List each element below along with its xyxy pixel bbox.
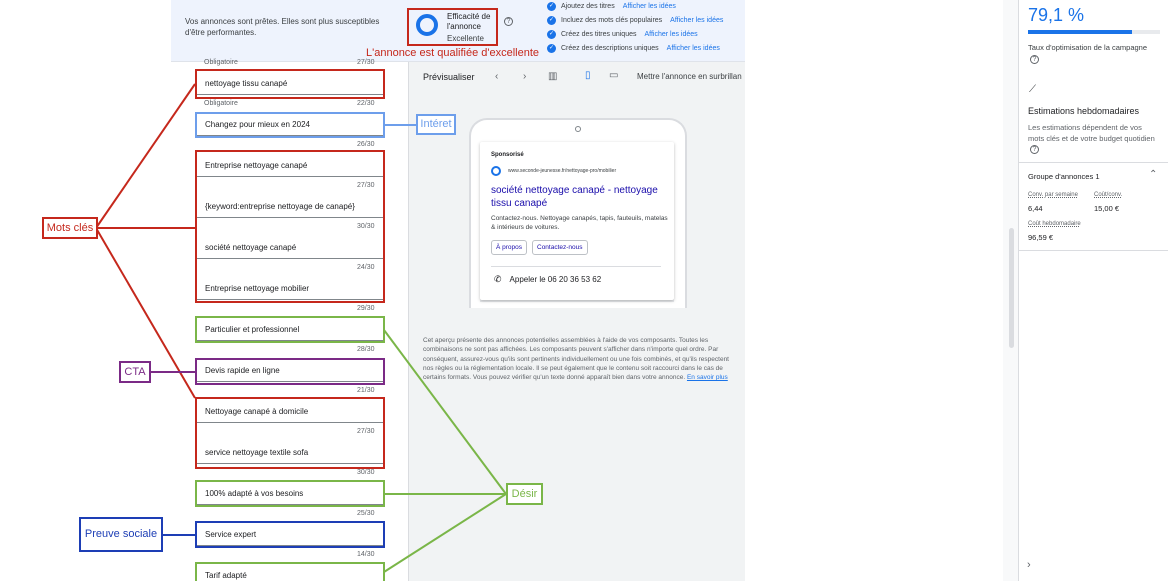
- campaign-sidebar: 79,1 % Taux d'optimisation de la campagn…: [1018, 0, 1168, 581]
- char-count: 14/30: [357, 551, 375, 558]
- phone-frame: Sponsorisé www.seconde-jeunesse.fr/netto…: [469, 118, 687, 308]
- help-icon[interactable]: ?: [504, 17, 513, 26]
- check-circle-icon: ✓: [547, 44, 556, 53]
- desire-highlight-box: [195, 562, 385, 581]
- preview-disclaimer: Cet aperçu présente des annonces potenti…: [423, 336, 733, 382]
- show-ideas-link[interactable]: Afficher les idées: [667, 45, 720, 52]
- optimization-label: Taux d'optimisation de la campagne ?: [1028, 42, 1148, 64]
- globe-icon: [491, 166, 501, 176]
- call-row[interactable]: ✆ Appeler le 06 20 36 53 62: [494, 274, 601, 285]
- optimization-bar-fill: [1028, 30, 1133, 34]
- divider: [1019, 250, 1168, 251]
- trending-icon: ⟋: [1029, 84, 1036, 95]
- scrollbar-thumb[interactable]: [1009, 228, 1014, 348]
- tip-label: Créez des descriptions uniques: [561, 45, 659, 52]
- preview-pane: Prévisualiser ‹ › ▥ ▯ ▭ Mettre l'annonce…: [408, 62, 745, 581]
- metric-label: Conv. par semaine: [1028, 192, 1078, 198]
- ready-message: Vos annonces sont prêtes. Elles sont plu…: [185, 17, 380, 37]
- optimization-bar: [1028, 30, 1160, 34]
- keyword-highlight-box: [195, 150, 385, 303]
- disclaimer-text: Cet aperçu présente des annonces potenti…: [423, 337, 729, 382]
- show-ideas-link[interactable]: Afficher les idées: [644, 31, 697, 38]
- tip-item: ✓ Ajoutez des titres Afficher les idées: [547, 2, 676, 11]
- desir-label: Désir: [506, 483, 543, 505]
- metric-value: 6,44: [1028, 204, 1043, 213]
- desire-highlight-box: [195, 480, 385, 507]
- desire-highlight-box: [195, 316, 385, 343]
- keyword-highlight-box: [195, 397, 385, 469]
- sponsored-label: Sponsorisé: [491, 152, 524, 158]
- char-count: 28/30: [357, 346, 375, 353]
- tip-item: ✓ Créez des titres uniques Afficher les …: [547, 30, 698, 39]
- check-circle-icon: ✓: [547, 2, 556, 11]
- mots-cles-label: Mots clés: [42, 217, 98, 239]
- desktop-icon[interactable]: ▭: [609, 70, 618, 81]
- char-count: 26/30: [357, 141, 375, 148]
- cta-highlight-box: [195, 358, 385, 385]
- char-count: 25/30: [357, 510, 375, 517]
- char-count: 29/30: [357, 305, 375, 312]
- tip-item: ✓ Créez des descriptions uniques Affiche…: [547, 44, 720, 53]
- highlight-ad-toggle[interactable]: Mettre l'annonce en surbrillan: [637, 72, 742, 81]
- preview-title: Prévisualiser: [423, 72, 475, 82]
- weekly-estimates-desc-text: Les estimations dépendent de vos mots cl…: [1028, 123, 1155, 143]
- divider: [1019, 162, 1168, 163]
- interet-label: Intéret: [416, 114, 456, 135]
- char-count: 30/30: [357, 469, 375, 476]
- tip-label: Ajoutez des titres: [561, 3, 615, 10]
- learn-more-link[interactable]: En savoir plus: [687, 374, 728, 381]
- sitelink-about[interactable]: À propos: [491, 240, 528, 255]
- phone-icon: ✆: [494, 274, 502, 284]
- columns-icon[interactable]: ▥: [548, 71, 557, 82]
- check-circle-icon: ✓: [547, 30, 556, 39]
- optimization-score: 79,1 %: [1028, 5, 1085, 25]
- ad-headline[interactable]: société nettoyage canapé - nettoyage tis…: [491, 184, 671, 210]
- metric-label: Coût/conv.: [1094, 192, 1123, 198]
- check-circle-icon: ✓: [547, 16, 556, 25]
- show-ideas-link[interactable]: Afficher les idées: [670, 17, 723, 24]
- efficiency-caption: L'annonce est qualifiée d'excellente: [366, 47, 539, 59]
- ad-description: Contactez-nous. Nettoyage canapés, tapis…: [491, 215, 668, 231]
- ad-url: www.seconde-jeunesse.fr/nettoyage-pro/mo…: [508, 168, 617, 174]
- preuve-sociale-label: Preuve sociale: [79, 517, 163, 552]
- tip-label: Incluez des mots clés populaires: [561, 17, 663, 24]
- metric-value: 96,59 €: [1028, 233, 1054, 242]
- interest-highlight-box: [195, 112, 385, 138]
- divider: [491, 266, 661, 267]
- char-count: 22/30: [357, 100, 375, 107]
- chevron-up-icon[interactable]: ⌃: [1149, 169, 1157, 180]
- help-icon[interactable]: ?: [1030, 55, 1039, 64]
- call-label: Appeler le 06 20 36 53 62: [509, 275, 602, 284]
- social-proof-highlight-box: [195, 521, 385, 548]
- weekly-estimates-title: Estimations hebdomadaires: [1028, 106, 1140, 116]
- camera-icon: [575, 126, 581, 132]
- metric-value: 15,00 €: [1094, 204, 1120, 213]
- show-ideas-link[interactable]: Afficher les idées: [623, 3, 676, 10]
- sitelink-contact[interactable]: Contactez-nous: [532, 240, 588, 255]
- ad-card: Sponsorisé www.seconde-jeunesse.fr/netto…: [480, 142, 674, 300]
- help-icon[interactable]: ?: [1030, 145, 1039, 154]
- ad-group-title[interactable]: Groupe d'annonces 1: [1028, 172, 1099, 181]
- char-count: 27/30: [357, 59, 375, 66]
- chevron-right-icon[interactable]: ›: [1027, 559, 1031, 571]
- weekly-estimates-desc: Les estimations dépendent de vos mots cl…: [1028, 123, 1160, 155]
- chevron-left-icon[interactable]: ‹: [495, 71, 498, 82]
- metric-label: Coût hebdomadaire: [1028, 221, 1081, 227]
- optimization-label-text: Taux d'optimisation de la campagne: [1028, 43, 1148, 52]
- cta-label: CTA: [119, 361, 151, 383]
- required-label: Obligatoire: [204, 100, 238, 107]
- chevron-right-icon[interactable]: ›: [523, 71, 526, 82]
- required-label: Obligatoire: [204, 59, 238, 66]
- tip-label: Créez des titres uniques: [561, 31, 637, 38]
- tip-item: ✓ Incluez des mots clés populaires Affic…: [547, 16, 723, 25]
- keyword-highlight-box: [195, 69, 385, 99]
- efficiency-highlight-box: [407, 8, 498, 46]
- char-count: 21/30: [357, 387, 375, 394]
- mobile-icon[interactable]: ▯: [585, 70, 591, 81]
